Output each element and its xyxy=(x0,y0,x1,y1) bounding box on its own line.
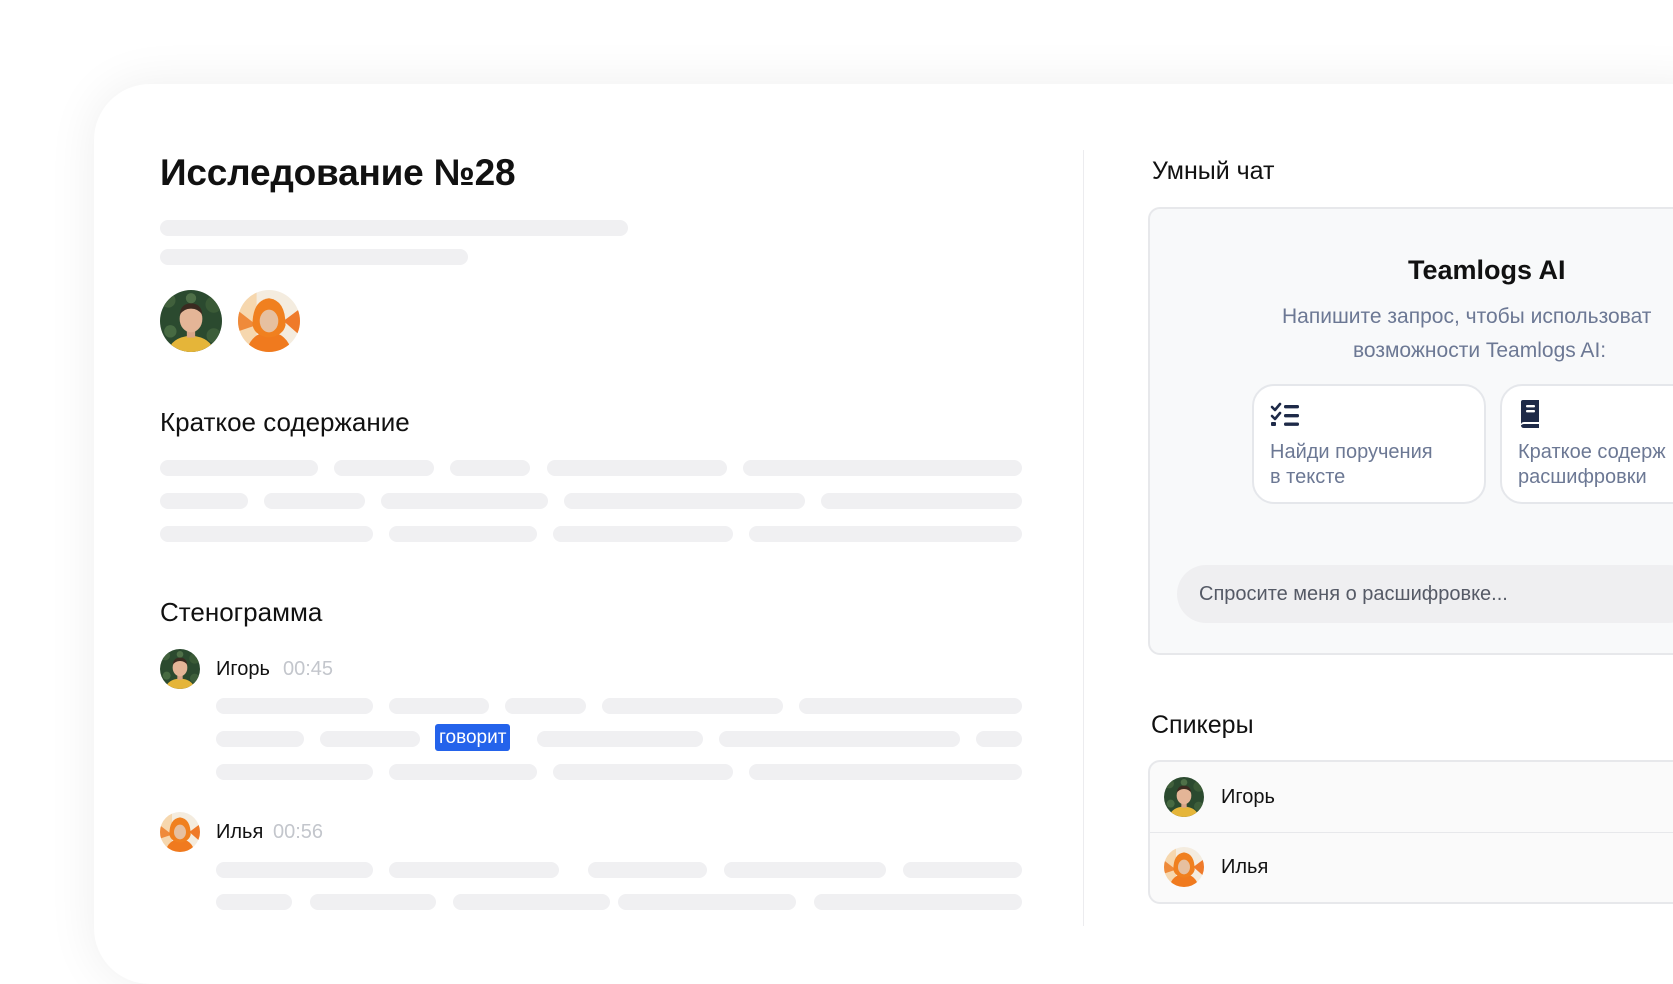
transcript-avatar-igor xyxy=(160,649,200,689)
suggestion-text-line1: Найди поручения xyxy=(1270,441,1433,463)
transcript-avatar-ilya xyxy=(160,812,200,852)
participant-avatar-ilya[interactable] xyxy=(238,290,300,352)
checklist-icon xyxy=(1270,402,1299,426)
spoken-word-highlight[interactable]: говорит xyxy=(435,724,511,751)
book-icon xyxy=(1521,400,1539,428)
skeleton-line xyxy=(160,220,628,236)
page-title: Исследование №28 xyxy=(160,152,516,193)
smart-chat-heading: Умный чат xyxy=(1152,157,1275,185)
ai-subtitle-line1: Напишите запрос, чтобы использоват xyxy=(1282,305,1652,328)
speaker-row-igor[interactable]: Игорь xyxy=(1150,762,1673,832)
transcript-heading: Стенограмма xyxy=(160,597,323,627)
summary-heading: Краткое содержание xyxy=(160,407,410,437)
column-divider xyxy=(1083,150,1084,926)
transcript-speaker-name: Илья xyxy=(216,821,264,843)
chat-input[interactable] xyxy=(1177,565,1673,623)
suggestion-summary[interactable]: Краткое содерж расшифровки xyxy=(1500,384,1673,504)
speaker-row-ilya[interactable]: Илья xyxy=(1150,833,1673,902)
participant-avatar-igor[interactable] xyxy=(160,290,222,352)
transcript-timestamp[interactable]: 00:56 xyxy=(273,821,323,844)
skeleton-line xyxy=(160,249,468,265)
speaker-name: Илья xyxy=(1221,856,1269,878)
transcript-speaker-name: Игорь xyxy=(216,658,270,680)
speaker-name: Игорь xyxy=(1221,786,1275,808)
speaker-avatar-ilya xyxy=(1164,847,1204,887)
speakers-list: Игорь Илья xyxy=(1148,760,1673,904)
suggestion-text-line1: Краткое содерж xyxy=(1518,441,1666,463)
suggestion-text-line2: расшифровки xyxy=(1518,466,1647,488)
suggestion-find-tasks[interactable]: Найди поручения в тексте xyxy=(1252,384,1486,504)
ai-subtitle-line2: возможности Teamlogs AI: xyxy=(1353,339,1607,362)
ai-title: Teamlogs AI xyxy=(1408,255,1566,285)
transcript-timestamp[interactable]: 00:45 xyxy=(283,658,333,681)
speakers-heading: Спикеры xyxy=(1151,711,1254,739)
suggestion-text-line2: в тексте xyxy=(1270,466,1346,488)
speaker-avatar-igor xyxy=(1164,777,1204,817)
